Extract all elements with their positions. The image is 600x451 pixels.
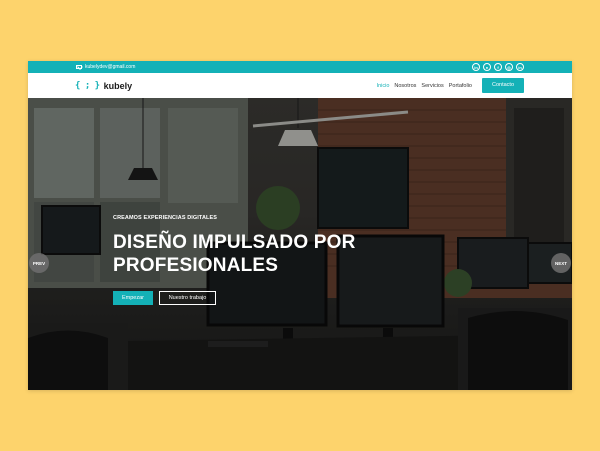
linkedin-icon-alt[interactable]: in <box>516 63 524 71</box>
hero-headline-line1: DISEÑO IMPULSADO POR <box>113 232 356 253</box>
prev-slide-button[interactable]: PREV <box>29 253 49 273</box>
start-button[interactable]: Empezar <box>113 291 153 305</box>
hero-cta-row: Empezar Nuestro trabajo <box>113 291 356 305</box>
hero-headline-line2: PROFESIONALES <box>113 255 279 276</box>
brand-name: kubely <box>103 80 133 91</box>
hero-content: CREAMOS EXPERIENCIAS DIGITALES DISEÑO IM… <box>113 215 356 305</box>
top-bar: kubelydev@gmail.com in ● f ◎ in <box>28 61 572 73</box>
instagram-icon[interactable]: ◎ <box>505 63 513 71</box>
linkedin-icon[interactable]: in <box>472 63 480 71</box>
github-icon[interactable]: ● <box>483 63 491 71</box>
email-text: kubelydev@gmail.com <box>85 64 136 70</box>
our-work-button[interactable]: Nuestro trabajo <box>159 291 216 305</box>
browser-page: kubelydev@gmail.com in ● f ◎ in { ; } ku… <box>28 61 572 390</box>
mail-icon <box>76 65 82 69</box>
brand-logo[interactable]: { ; } kubely <box>75 81 132 91</box>
contact-email[interactable]: kubelydev@gmail.com <box>76 64 135 70</box>
hero-eyebrow: CREAMOS EXPERIENCIAS DIGITALES <box>113 215 218 221</box>
social-links: in ● f ◎ in <box>472 63 524 71</box>
logo-mark-icon: { ; } <box>75 80 100 91</box>
next-slide-button[interactable]: NEXT <box>551 253 571 273</box>
contact-button[interactable]: Contacto <box>481 78 524 93</box>
nav-item-portafolio[interactable]: Portafolio <box>449 83 472 89</box>
hero-headline: DISEÑO IMPULSADO POR PROFESIONALES <box>113 231 356 277</box>
hero-slider: CREAMOS EXPERIENCIAS DIGITALES DISEÑO IM… <box>28 98 572 390</box>
facebook-icon[interactable]: f <box>494 63 502 71</box>
nav-item-servicios[interactable]: Servicios <box>421 83 443 89</box>
nav-item-inicio[interactable]: Inicio <box>377 83 390 89</box>
nav-item-nosotros[interactable]: Nosotros <box>394 83 416 89</box>
main-navbar: { ; } kubely Inicio Nosotros Servicios P… <box>28 73 572 98</box>
nav-menu: Inicio Nosotros Servicios Portafolio Con… <box>377 78 524 93</box>
